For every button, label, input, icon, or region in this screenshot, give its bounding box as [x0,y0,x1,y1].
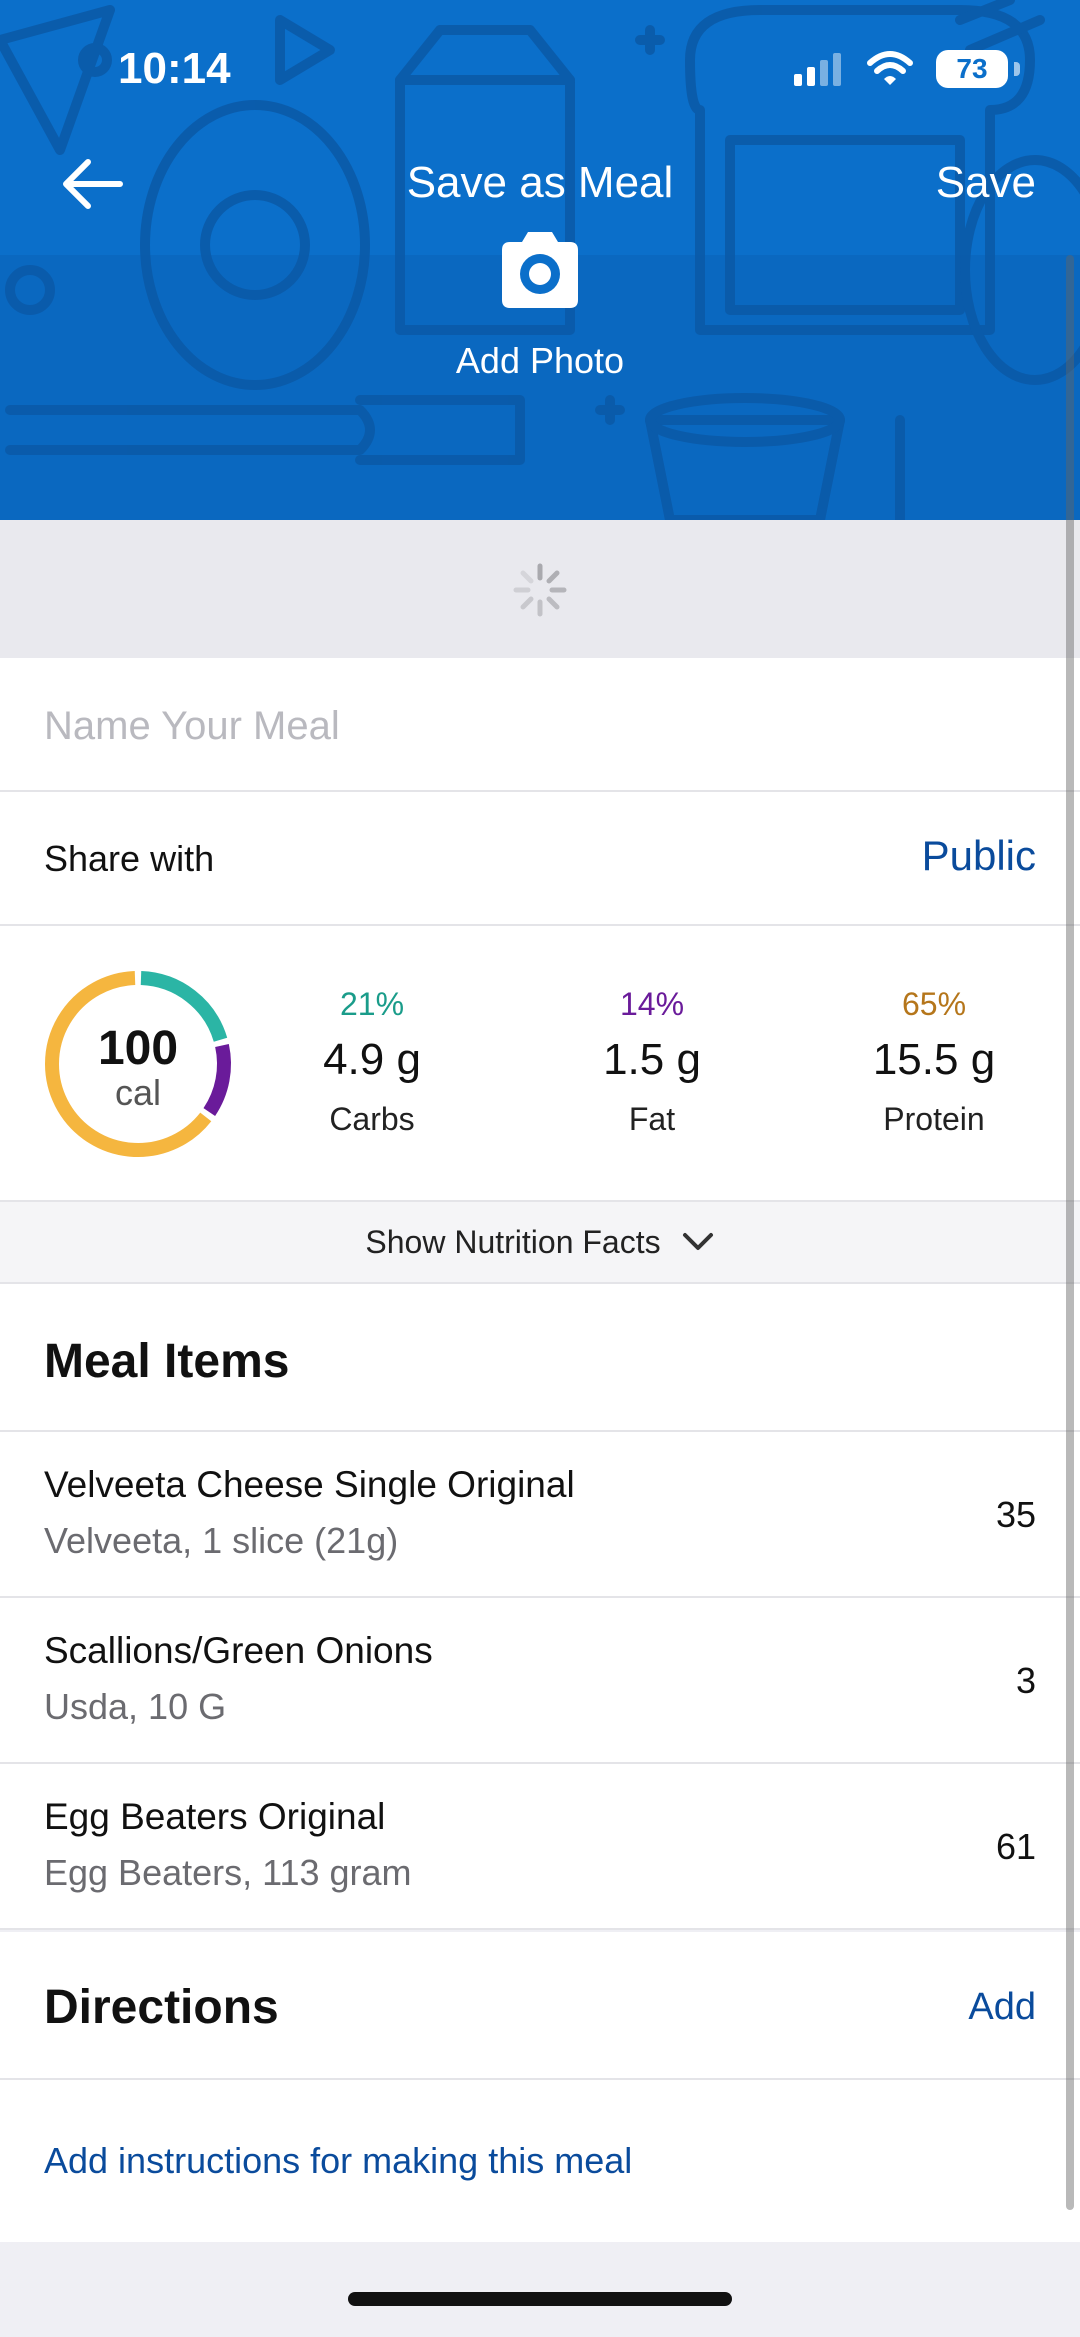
macro-fat-percent: 14% [619,986,685,1022]
show-nutrition-facts-label: Show Nutrition Facts [365,1223,661,1260]
macro-protein-amount: 15.5 g [872,1035,996,1084]
meal-item-description: Egg Beaters, 113 gram [44,1852,412,1893]
macro-carbs: 21% 4.9 g Carbs [272,986,472,1138]
loading-spinner-icon [513,563,567,617]
wifi-icon [867,51,913,85]
share-with-row[interactable]: Share with Public [0,792,1080,926]
add-photo-button[interactable]: Add Photo [0,340,1080,382]
status-time: 10:14 [118,44,231,93]
add-instructions-link[interactable]: Add instructions for making this meal [44,2140,632,2182]
meal-item-name: Egg Beaters Original [44,1796,386,1837]
scrollbar[interactable] [1066,255,1074,2210]
macro-protein-label: Protein [883,1101,985,1137]
meal-item-name: Velveeta Cheese Single Original [44,1464,575,1505]
header-banner: 10:14 73 Save as Meal Save Add Photo [0,0,1080,520]
calorie-total: 100 [97,1022,179,1075]
macro-carbs-amount: 4.9 g [323,1035,421,1084]
macro-protein: 65% 15.5 g Protein [834,986,1034,1138]
meal-item-calories: 61 [995,1826,1036,1867]
macro-fat: 14% 1.5 g Fat [552,986,752,1138]
meal-item-description: Usda, 10 G [44,1686,227,1727]
share-visibility-value[interactable]: Public [922,832,1036,880]
nutrition-summary: 100 cal 21% 4.9 g Carbs 14% 1.5 g Fat 65… [0,926,1080,1202]
instructions-row: Add instructions for making this meal [0,2080,1080,2242]
macro-carbs-percent: 21% [339,986,405,1022]
meal-item-calories: 35 [995,1494,1036,1535]
meal-name-row [0,658,1080,792]
page-title: Save as Meal [406,158,674,207]
directions-title: Directions [44,1981,279,2034]
meal-item-row[interactable]: Velveeta Cheese Single Original Velveeta… [0,1432,1080,1598]
camera-icon[interactable] [494,228,586,310]
bottom-safe-area [0,2242,1080,2337]
chevron-down-icon [682,1233,713,1250]
meal-items-title: Meal Items [44,1335,290,1388]
meal-item-row[interactable]: Scallions/Green Onions Usda, 10 G 3 [0,1598,1080,1764]
status-icons: 73 [792,50,1020,88]
macro-carbs-label: Carbs [329,1101,415,1137]
meal-name-input[interactable] [44,696,1034,756]
macro-protein-percent: 65% [901,986,967,1022]
calorie-unit: cal [114,1072,162,1113]
battery-indicator: 73 [936,50,1008,88]
meal-item-name: Scallions/Green Onions [44,1630,433,1671]
add-directions-button[interactable]: Add [968,1986,1036,2029]
save-button[interactable]: Save [936,158,1036,208]
macro-fat-amount: 1.5 g [603,1035,701,1084]
cellular-signal-icon [794,53,841,86]
home-indicator[interactable] [348,2292,732,2306]
directions-header: Directions Add [0,1932,1080,2080]
share-with-label: Share with [44,838,215,879]
meal-item-description: Velveeta, 1 slice (21g) [44,1520,399,1561]
macro-fat-label: Fat [628,1101,676,1137]
meal-items-header: Meal Items [0,1284,1080,1432]
meal-item-calories: 3 [1015,1660,1036,1701]
battery-nub [1014,62,1020,76]
meal-item-row[interactable]: Egg Beaters Original Egg Beaters, 113 gr… [0,1764,1080,1930]
show-nutrition-facts-button[interactable]: Show Nutrition Facts [0,1202,1080,1284]
